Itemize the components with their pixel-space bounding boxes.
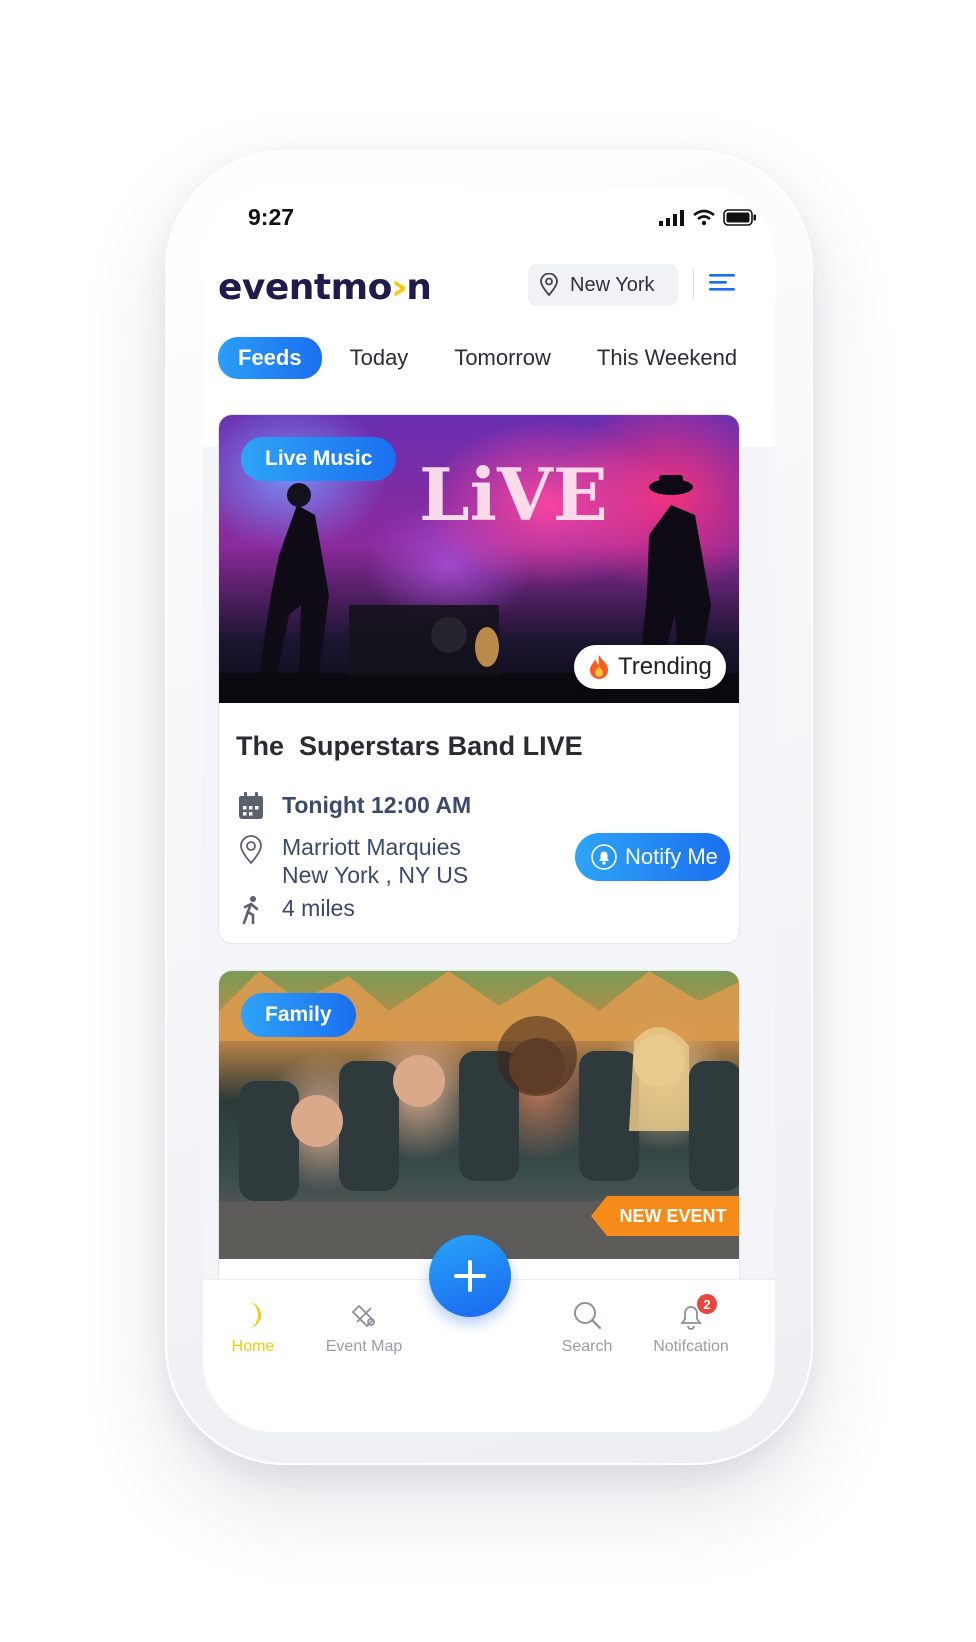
- tab-this-weekend[interactable]: This Weekend: [579, 337, 755, 379]
- status-time: 9:27: [248, 204, 295, 230]
- nav-notification[interactable]: 2 Notifcation: [641, 1294, 741, 1356]
- battery-icon: [723, 209, 756, 226]
- event-distance-row: 4 miles: [236, 895, 355, 925]
- app-screen: 9:27 eventmo›n New York Feeds Today Tomo…: [203, 187, 775, 1432]
- signal-icon: [659, 210, 684, 226]
- fire-icon: [590, 655, 608, 679]
- event-card[interactable]: LiVE Live Music Trending The Superstars …: [218, 414, 740, 944]
- walking-icon: [242, 896, 259, 925]
- status-icons: [659, 209, 757, 226]
- svg-text:LiVE: LiVE: [419, 452, 608, 537]
- nav-notification-label: Notifcation: [653, 1338, 729, 1355]
- notify-me-label: Notify Me: [625, 844, 718, 869]
- new-event-badge: NEW EVENT: [591, 1196, 739, 1236]
- nav-home-label: Home: [231, 1338, 275, 1355]
- nav-home[interactable]: Home: [203, 1300, 303, 1356]
- event-datetime-row: Tonight 12:00 AM: [236, 792, 471, 820]
- event-distance: 4 miles: [282, 895, 355, 921]
- trending-badge: Trending: [574, 645, 726, 689]
- bell-icon: [591, 844, 617, 870]
- category-chip[interactable]: Family: [241, 993, 356, 1037]
- map-pin-off-icon: [351, 1304, 375, 1328]
- trending-label: Trending: [618, 653, 712, 680]
- logo-moon-icon: ›: [390, 267, 408, 308]
- notch: [328, 187, 648, 233]
- location-pin-icon: [240, 835, 262, 865]
- tab-feeds[interactable]: Feeds: [218, 337, 322, 379]
- notification-badge: 2: [697, 1294, 717, 1314]
- menu-lines-icon[interactable]: [709, 273, 735, 295]
- event-datetime: Tonight 12:00 AM: [282, 792, 472, 818]
- logo-text-end: n: [406, 267, 432, 308]
- tab-tomorrow[interactable]: Tomorrow: [436, 337, 569, 379]
- event-address: New York , NY US: [282, 862, 469, 888]
- date-filter-tabs: Feeds Today Tomorrow This Weekend: [218, 337, 765, 379]
- nav-search-label: Search: [561, 1338, 613, 1355]
- search-icon: [574, 1302, 602, 1330]
- location-pin-icon: [540, 273, 558, 297]
- app-logo: eventmo›n: [218, 267, 432, 308]
- event-title[interactable]: The Superstars Band LIVE: [236, 731, 583, 762]
- notify-me-button[interactable]: Notify Me: [575, 833, 730, 881]
- moon-icon: [248, 1302, 261, 1328]
- nav-event-map-label: Event Map: [325, 1338, 403, 1355]
- location-label: New York: [570, 273, 655, 296]
- category-chip[interactable]: Live Music: [241, 437, 397, 481]
- logo-text: eventmo: [218, 267, 392, 308]
- tab-today[interactable]: Today: [332, 337, 427, 379]
- wifi-icon: [693, 209, 715, 226]
- event-venue: Marriott Marquies: [282, 834, 461, 860]
- header-divider: [693, 269, 694, 299]
- event-location-row: Marriott Marquies New York , NY US: [236, 833, 468, 889]
- plus-icon: [454, 1260, 486, 1292]
- nav-event-map[interactable]: Event Map: [314, 1300, 414, 1356]
- home-indicator-area: [203, 1369, 775, 1432]
- status-bar: 9:27: [203, 187, 775, 247]
- nav-search[interactable]: Search: [537, 1300, 637, 1356]
- add-event-button[interactable]: [429, 1235, 511, 1317]
- calendar-icon: [239, 792, 263, 819]
- location-selector[interactable]: New York: [528, 264, 678, 306]
